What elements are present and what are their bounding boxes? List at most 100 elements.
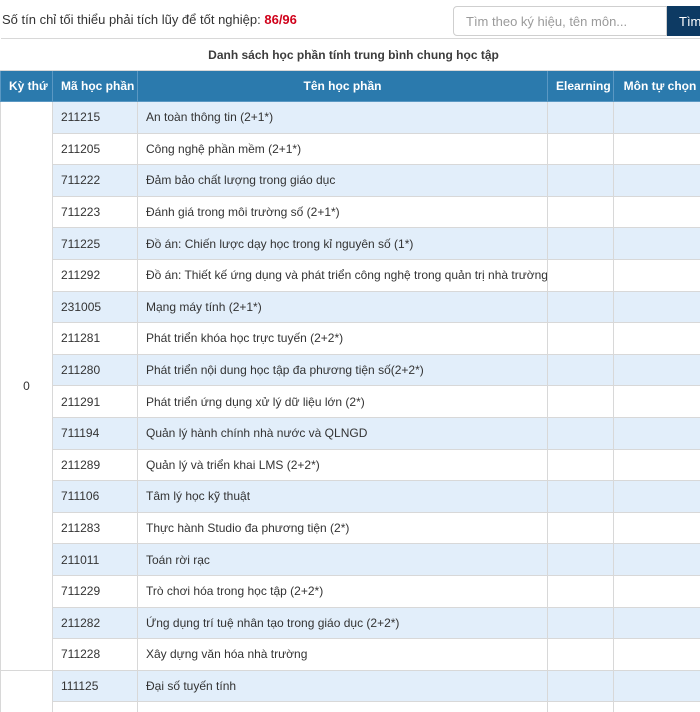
elearning-cell	[547, 290, 614, 324]
elearning-cell	[547, 511, 614, 545]
term-cell	[0, 669, 53, 712]
elective-cell	[612, 164, 700, 197]
table-row: 711222 Đảm bảo chất lượng trong giáo dục	[1, 164, 700, 197]
credits-requirement: Số tín chỉ tối thiểu phải tích lũy để tố…	[2, 12, 297, 27]
course-code-cell: 111125	[52, 669, 138, 703]
elective-cell	[612, 669, 700, 703]
course-code-cell: 711106	[52, 480, 138, 513]
search-button[interactable]: Tìm	[667, 6, 700, 36]
course-name-cell: Công nghệ phần mềm (2+1*)	[137, 132, 548, 166]
course-code-cell: 211292	[52, 258, 138, 292]
elective-cell	[612, 574, 700, 608]
elearning-cell	[547, 385, 614, 418]
course-name-cell: Đồ án: Thiết kế ứng dụng và phát triển c…	[137, 258, 548, 292]
elective-cell	[612, 132, 700, 166]
elective-cell	[612, 353, 700, 387]
course-name-cell: An toàn thông tin (2+1*)	[137, 101, 548, 134]
table-row: 211281 Phát triển khóa học trực tuyến (2+…	[1, 322, 700, 355]
course-table-container: Danh sách học phần tính trung bình chung…	[0, 38, 700, 712]
course-code-cell: 211281	[52, 322, 138, 355]
header-course-code: Mã học phần	[52, 70, 138, 102]
course-name-cell: Đảm bảo chất lượng trong giáo dục	[137, 164, 548, 197]
table-row: 211291 Phát triển ứng dụng xử lý dữ liệu …	[1, 385, 700, 418]
course-table: Danh sách học phần tính trung bình chung…	[0, 38, 700, 712]
elearning-cell	[547, 543, 614, 576]
header-course-name: Tên học phần	[137, 70, 548, 102]
table-row: 211280 Phát triển nội dung học tập đa phư…	[1, 353, 700, 387]
table-row	[1, 701, 700, 712]
course-name-cell: Đại số tuyến tính	[137, 669, 548, 703]
course-code-cell: 211291	[52, 385, 138, 418]
table-row: 211283 Thực hành Studio đa phương tiện (2…	[1, 511, 700, 545]
table-row: 0 211215 An toàn thông tin (2+1*)	[0, 101, 700, 671]
course-name-cell: Tâm lý học kỹ thuật	[137, 480, 548, 513]
elearning-cell	[547, 353, 614, 387]
elearning-cell	[547, 132, 614, 166]
elective-cell	[612, 290, 700, 324]
table-row: 211282 Ứng dụng trí tuệ nhân tạo trong gi…	[1, 606, 700, 640]
elearning-cell	[547, 101, 614, 134]
table-row: 711229 Trò chơi hóa trong học tập (2+2*)	[1, 574, 700, 608]
table-row: 211292 Đồ án: Thiết kế ứng dụng và phát t…	[1, 258, 700, 292]
search-input[interactable]	[453, 6, 667, 36]
course-name-cell: Mạng máy tính (2+1*)	[137, 290, 548, 324]
course-code-cell: 211205	[52, 132, 138, 166]
table-row: 111125 Đại số tuyến tính	[0, 669, 700, 712]
course-code-cell: 711225	[52, 227, 138, 260]
course-name-cell: Toán rời rạc	[137, 543, 548, 576]
elective-cell	[612, 227, 700, 260]
course-name-cell: Quản lý hành chính nhà nước và QLNGD	[137, 416, 548, 450]
table-row: 711225 Đồ án: Chiến lược dạy học trong kỉ…	[1, 227, 700, 260]
course-name-cell: Trò chơi hóa trong học tập (2+2*)	[137, 574, 548, 608]
course-name-cell: Phát triển nội dung học tập đa phương ti…	[137, 353, 548, 387]
course-name-cell	[137, 701, 548, 712]
course-code-cell: 711228	[52, 638, 138, 671]
course-code-cell: 211215	[52, 101, 138, 134]
table-row: 711106 Tâm lý học kỹ thuật	[1, 480, 700, 513]
elearning-cell	[547, 701, 614, 712]
course-name-cell: Phát triển khóa học trực tuyến (2+2*)	[137, 322, 548, 355]
elearning-cell	[547, 227, 614, 260]
course-code-cell: 211283	[52, 511, 138, 545]
course-name-cell: Thực hành Studio đa phương tiện (2*)	[137, 511, 548, 545]
credits-value: 86/96	[264, 12, 297, 27]
table-caption: Danh sách học phần tính trung bình chung…	[0, 38, 700, 71]
elearning-cell	[547, 480, 614, 513]
elearning-cell	[547, 322, 614, 355]
term-cell: 0	[0, 101, 53, 671]
elective-cell	[612, 701, 700, 712]
course-code-cell: 711222	[52, 164, 138, 197]
course-code-cell: 711194	[52, 416, 138, 450]
table-row: 211289 Quản lý và triển khai LMS (2+2*)	[1, 448, 700, 482]
elective-cell	[612, 511, 700, 545]
course-name-cell: Đánh giá trong môi trường số (2+1*)	[137, 195, 548, 229]
elective-cell	[612, 638, 700, 671]
course-name-cell: Phát triển ứng dụng xử lý dữ liệu lớn (2…	[137, 385, 548, 418]
course-code-cell	[52, 701, 138, 712]
course-name-cell: Quản lý và triển khai LMS (2+2*)	[137, 448, 548, 482]
header-term: Kỳ thứ	[0, 70, 53, 102]
elearning-cell	[547, 606, 614, 640]
elective-cell	[612, 195, 700, 229]
elective-cell	[612, 480, 700, 513]
elective-cell	[612, 416, 700, 450]
elearning-cell	[547, 416, 614, 450]
course-code-cell: 211282	[52, 606, 138, 640]
credits-label: Số tín chỉ tối thiểu phải tích lũy để tố…	[2, 12, 261, 27]
table-row: 231005 Mạng máy tính (2+1*)	[1, 290, 700, 324]
elective-cell	[612, 385, 700, 418]
elearning-cell	[547, 574, 614, 608]
elective-cell	[612, 101, 700, 134]
header-elective: Môn tự chọn	[612, 70, 700, 102]
course-name-cell: Xây dựng văn hóa nhà trường	[137, 638, 548, 671]
header-elearning: Elearning	[547, 70, 614, 102]
course-name-cell: Đồ án: Chiến lược dạy học trong kỉ nguyê…	[137, 227, 548, 260]
elective-cell	[612, 322, 700, 355]
table-row: 711194 Quản lý hành chính nhà nước và QLN…	[1, 416, 700, 450]
elearning-cell	[547, 448, 614, 482]
elearning-cell	[547, 164, 614, 197]
course-code-cell: 211289	[52, 448, 138, 482]
table-row: 711228 Xây dựng văn hóa nhà trường	[1, 638, 700, 671]
table-row: 211011 Toán rời rạc	[1, 543, 700, 576]
elearning-cell	[547, 195, 614, 229]
